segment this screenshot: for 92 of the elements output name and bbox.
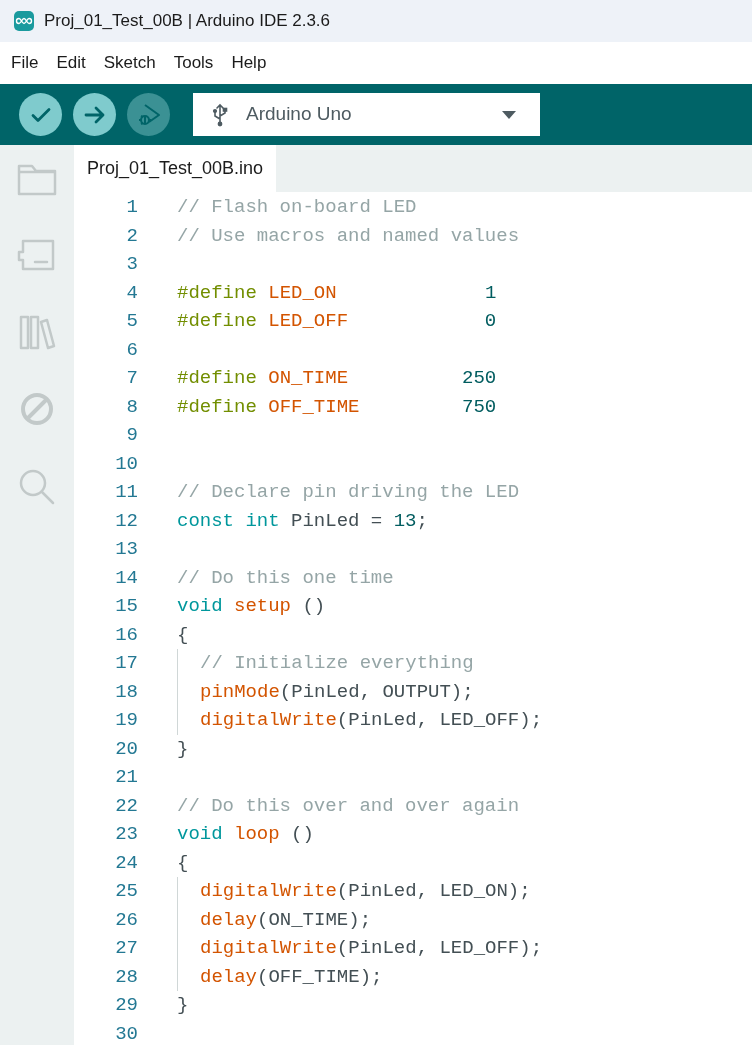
code-token: ; — [416, 508, 428, 534]
line-number: 8 — [125, 394, 138, 420]
menu-item[interactable]: Tools — [164, 50, 223, 76]
books-icon[interactable] — [18, 314, 56, 350]
line-number: 9 — [125, 423, 138, 448]
ban-icon[interactable] — [20, 392, 54, 426]
code-token: 1 — [483, 280, 497, 306]
upload-button[interactable] — [73, 93, 116, 136]
code-token: 13 — [393, 508, 417, 534]
line-number: 3 — [125, 252, 138, 277]
line-number: 19 — [114, 708, 138, 733]
line-number: 1 — [125, 195, 138, 220]
line-number: 21 — [114, 765, 138, 790]
line-number: 18 — [114, 679, 138, 705]
folder-icon[interactable] — [17, 162, 57, 196]
code-token: (PinLed, LED_ON); — [336, 879, 531, 904]
code-token: // Do this over and over again — [177, 793, 520, 819]
line-number: 20 — [114, 736, 138, 762]
code-token: (PinLed, LED_OFF); — [336, 936, 543, 961]
code-token: // Declare pin driving the LED — [177, 480, 520, 505]
line-number: 5 — [125, 309, 138, 334]
line-number: 12 — [114, 508, 138, 534]
code-token: () — [301, 594, 326, 619]
code-token: () — [290, 822, 314, 847]
usb-icon — [211, 102, 229, 127]
code-token: 750 — [461, 394, 497, 420]
line-number: 27 — [114, 936, 138, 961]
code-token: (PinLed, LED_OFF); — [336, 708, 543, 733]
line-number: 26 — [114, 907, 138, 933]
code-token: #define — [177, 280, 257, 306]
verify-button[interactable] — [19, 93, 62, 136]
code-token: (OFF_TIME); — [257, 964, 383, 990]
code-token: #define — [177, 394, 257, 420]
code-token: void — [177, 594, 223, 619]
line-number: 25 — [114, 879, 138, 904]
code-token: } — [177, 736, 189, 762]
line-number: 29 — [114, 993, 138, 1018]
code-token: { — [177, 850, 189, 876]
code-token: (ON_TIME); — [257, 907, 372, 933]
line-number: 22 — [114, 793, 138, 819]
line-number: 24 — [114, 850, 138, 876]
window-title: Proj_01_Test_00B | Arduino IDE 2.3.6 — [44, 10, 331, 33]
code-token: void — [177, 822, 223, 847]
code-token: #define — [177, 309, 257, 334]
line-number: 6 — [125, 337, 138, 363]
dropdown-caret-icon — [502, 110, 516, 119]
code-token: const int — [177, 508, 280, 534]
menu-item[interactable]: File — [2, 50, 48, 76]
menu-item[interactable]: Sketch — [94, 50, 165, 76]
line-number: 15 — [114, 594, 138, 619]
code-token: digitalWrite — [200, 879, 337, 904]
line-number: 17 — [114, 651, 138, 676]
line-number: 28 — [114, 964, 138, 990]
code-token: // Flash on-board LED — [177, 195, 417, 220]
board-icon[interactable] — [17, 238, 57, 272]
code-token: pinMode — [200, 679, 280, 705]
line-number: 23 — [114, 822, 138, 847]
code-token: ON_TIME — [267, 366, 349, 391]
board-selector[interactable]: Arduino Uno — [193, 93, 540, 136]
code-token: setup — [233, 594, 292, 619]
code-token: 0 — [483, 309, 497, 334]
code-token: #define — [177, 366, 257, 391]
code-token: digitalWrite — [200, 936, 337, 961]
line-number: 16 — [114, 622, 138, 648]
code-token: LED_OFF — [267, 309, 349, 334]
line-number: 2 — [125, 223, 138, 249]
line-number: 10 — [114, 451, 138, 477]
code-token: loop — [233, 822, 280, 847]
code-token: } — [177, 993, 189, 1018]
line-number: 30 — [114, 1021, 138, 1045]
code-token: LED_ON — [267, 280, 337, 306]
code-token: digitalWrite — [200, 708, 337, 733]
code-token: PinLed = — [290, 508, 384, 534]
app-logo-icon — [14, 11, 34, 31]
code-token: delay — [200, 964, 257, 990]
code-token: delay — [200, 907, 257, 933]
line-number: 13 — [114, 537, 138, 562]
code-token: // Do this one time — [177, 565, 394, 591]
code-token: // Use macros and named values — [177, 223, 520, 249]
line-number: 4 — [125, 280, 138, 306]
search-icon[interactable] — [18, 468, 56, 506]
code-token: (PinLed, OUTPUT); — [279, 679, 474, 705]
editor-tab[interactable]: Proj_01_Test_00B.ino — [74, 145, 277, 192]
code-token: // Initialize everything — [200, 651, 474, 676]
code-token: { — [177, 622, 189, 648]
menu-item[interactable]: Help — [222, 50, 276, 76]
menu-item[interactable]: Edit — [47, 50, 95, 76]
line-number: 11 — [114, 480, 138, 505]
line-number: 7 — [125, 366, 138, 391]
code-token: 250 — [461, 366, 497, 391]
code-token: OFF_TIME — [267, 394, 360, 420]
line-number: 14 — [114, 565, 138, 591]
